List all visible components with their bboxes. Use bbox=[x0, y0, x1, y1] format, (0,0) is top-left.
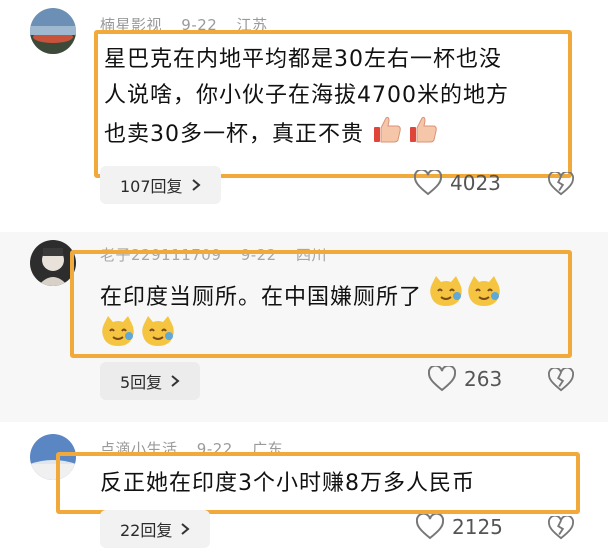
like-count: 263 bbox=[464, 367, 503, 391]
reply-count-button[interactable]: 107回复 bbox=[100, 166, 221, 204]
like-button[interactable]: 263 bbox=[428, 366, 502, 392]
heart-outline-icon bbox=[414, 170, 442, 196]
reply-count-label: 5回复 bbox=[120, 373, 163, 392]
smiling-cat-emoji bbox=[140, 314, 176, 362]
broken-heart-icon bbox=[548, 514, 574, 540]
like-button[interactable]: 4023 bbox=[414, 170, 501, 196]
comment-line: 在印度当厕所。在中国嫌厕所了 bbox=[100, 285, 423, 310]
reply-count-label: 22回复 bbox=[120, 521, 173, 540]
comment-line: 人说啥，你小伙子在海拔4700米的地方 bbox=[104, 83, 509, 108]
comment-line: 也卖30多一杯，真正不贵 bbox=[104, 122, 364, 147]
comment-line: 星巴克在内地平均都是30左右一杯也没 bbox=[104, 47, 502, 72]
reply-count-button[interactable]: 22回复 bbox=[100, 510, 211, 548]
thumbs-up-emoji bbox=[408, 114, 438, 156]
chevron-right-icon bbox=[181, 523, 190, 535]
comment-text: 在印度当厕所。在中国嫌厕所了 bbox=[100, 274, 502, 354]
chevron-right-icon bbox=[171, 375, 180, 387]
comment-line-wrap: 在印度当厕所。在中国嫌厕所了 bbox=[100, 274, 502, 314]
comment-item: 老子229111709 9-22 四川 在印度当厕所。在中国嫌厕所了 5回复 2… bbox=[0, 232, 608, 422]
chevron-right-icon bbox=[191, 179, 201, 191]
heart-outline-icon bbox=[428, 366, 456, 392]
reply-count-label: 107回复 bbox=[120, 177, 183, 196]
comment-item: 点滴小生活 9-22 广东 反正她在印度3个小时赚8万多人民币 22回复 212… bbox=[0, 422, 608, 548]
dislike-button[interactable] bbox=[548, 170, 574, 200]
dislike-button[interactable] bbox=[548, 514, 574, 544]
broken-heart-icon bbox=[548, 170, 574, 196]
smiling-cat-emoji bbox=[466, 274, 502, 322]
comment-item: 楠星影视 9-22 江苏 星巴克在内地平均都是30左右一杯也没 人说啥，你小伙子… bbox=[0, 0, 608, 232]
like-button[interactable]: 2125 bbox=[416, 514, 503, 540]
heart-outline-icon bbox=[416, 514, 444, 540]
thumbs-up-emoji bbox=[372, 114, 402, 156]
comment-text: 反正她在印度3个小时赚8万多人民币 bbox=[100, 466, 475, 502]
like-count: 2125 bbox=[452, 515, 503, 539]
smiling-cat-emoji bbox=[428, 274, 464, 322]
comment-line-wrap: 也卖30多一杯，真正不贵 bbox=[104, 114, 509, 150]
comment-line: 反正她在印度3个小时赚8万多人民币 bbox=[100, 471, 475, 496]
avatar[interactable] bbox=[30, 8, 76, 54]
reply-count-button[interactable]: 5回复 bbox=[100, 362, 201, 400]
comment-text: 星巴克在内地平均都是30左右一杯也没 人说啥，你小伙子在海拔4700米的地方 也… bbox=[104, 42, 509, 150]
broken-heart-icon bbox=[548, 366, 574, 392]
smiling-cat-emoji bbox=[100, 314, 136, 362]
like-count: 4023 bbox=[450, 171, 501, 195]
dislike-button[interactable] bbox=[548, 366, 574, 396]
